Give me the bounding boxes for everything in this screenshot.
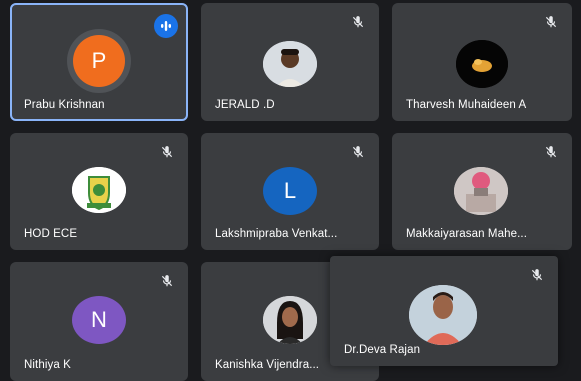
participant-name: Prabu Krishnan	[24, 99, 105, 111]
avatar	[456, 40, 508, 88]
avatar	[263, 296, 317, 344]
participant-tile-prabu-krishnan[interactable]: P Prabu Krishnan	[10, 3, 188, 121]
avatar	[454, 167, 508, 215]
avatar-initial: L	[283, 178, 297, 203]
mic-off-icon	[545, 146, 557, 158]
speaking-indicator-icon	[154, 14, 178, 38]
participant-tile-jerald-d[interactable]: JERALD .D	[201, 3, 379, 121]
participant-name: Tharvesh Muhaideen A	[406, 99, 527, 111]
avatar: N	[72, 296, 126, 344]
participant-name: Dr.Deva Rajan	[344, 344, 421, 356]
participant-name: Makkaiyarasan Mahe...	[406, 228, 527, 240]
participant-tile-lakshmipraba-venkat[interactable]: L Lakshmipraba Venkat...	[201, 133, 379, 250]
avatar-initial: N	[91, 307, 107, 332]
participant-name: Nithiya K	[24, 359, 71, 371]
avatar: L	[263, 167, 317, 215]
avatar	[409, 285, 477, 345]
participant-name: Kanishka Vijendra...	[215, 359, 320, 371]
avatar: P	[73, 35, 125, 87]
avatar-initial: P	[91, 48, 107, 73]
mic-off-icon	[545, 16, 557, 28]
mic-off-icon	[352, 16, 364, 28]
participant-tile-tharvesh-muhaideen-a[interactable]: Tharvesh Muhaideen A	[392, 3, 572, 121]
participant-name: HOD ECE	[24, 228, 78, 240]
mic-off-icon	[531, 269, 543, 281]
avatar	[263, 41, 317, 87]
mic-off-icon	[352, 146, 364, 158]
participant-tile-dr-deva-rajan[interactable]: Dr.Deva Rajan	[330, 256, 558, 366]
participant-name: JERALD .D	[215, 99, 275, 111]
participant-tile-nithiya-k[interactable]: N Nithiya K	[10, 262, 188, 381]
participant-tile-hod-ece[interactable]: HOD ECE	[10, 133, 188, 250]
participant-name: Lakshmipraba Venkat...	[215, 228, 338, 240]
mic-off-icon	[161, 146, 173, 158]
mic-off-icon	[161, 275, 173, 287]
avatar-emblem	[72, 167, 126, 213]
participant-tile-makkaiyarasan-mahe[interactable]: Makkaiyarasan Mahe...	[392, 133, 572, 250]
